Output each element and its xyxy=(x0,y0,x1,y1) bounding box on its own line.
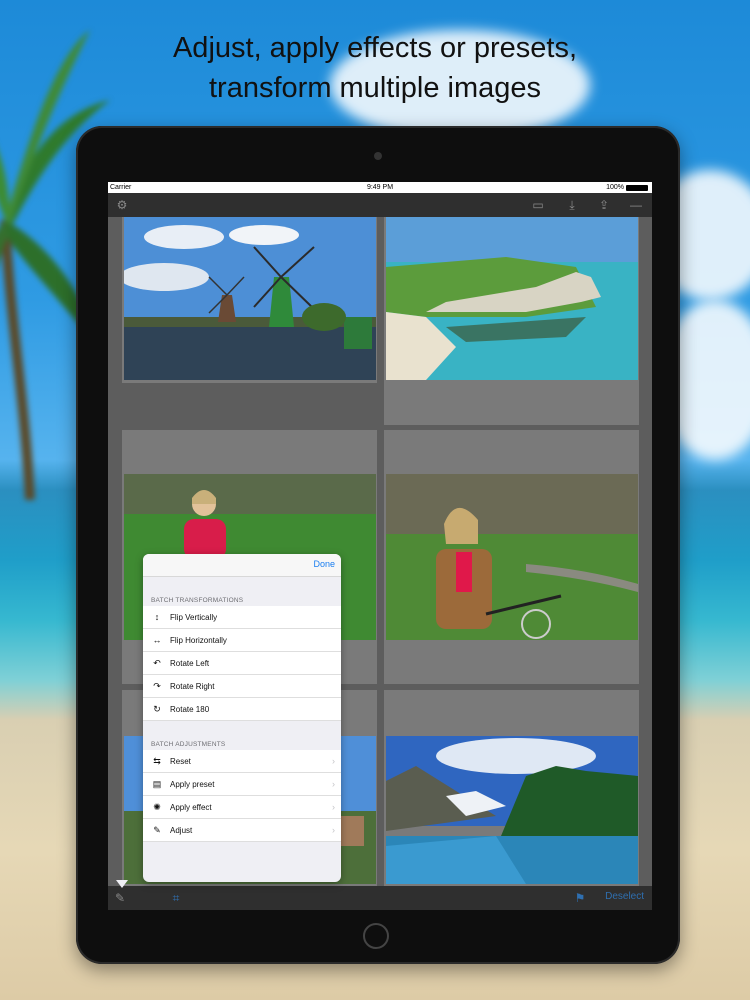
rotate-left-icon: ↶ xyxy=(153,657,161,668)
rotate-left-item[interactable]: ↶ Rotate Left xyxy=(143,652,341,675)
chevron-right-icon: › xyxy=(332,825,335,835)
headline: Adjust, apply effects or presets, transf… xyxy=(0,28,750,108)
menu-label: Rotate Left xyxy=(170,658,210,668)
bottom-toolbar: ✎ ⌗ ⚑ Deselect xyxy=(108,886,652,910)
photo-windmills[interactable] xyxy=(124,217,376,380)
ipad-device: Carrier 9:49 PM 100% ⚙ ▭ ⤓ ⇪ — ✎ ⌗ ⚑ Des… xyxy=(76,126,680,964)
flip-horizontal-icon: ↔ xyxy=(152,635,162,645)
battery-icon xyxy=(626,184,648,191)
bottom-wrench-icon[interactable]: ✎ xyxy=(112,890,128,906)
flip-vertically-item[interactable]: ↕ Flip Vertically xyxy=(143,606,341,629)
popover-header: Done xyxy=(143,554,341,577)
menu-label: Apply preset xyxy=(170,779,215,789)
crop-icon[interactable]: ⌗ xyxy=(168,890,184,906)
rotate-180-item[interactable]: ↻ Rotate 180 xyxy=(143,698,341,721)
headline-line-2: transform multiple images xyxy=(209,72,541,104)
apply-preset-item[interactable]: ▤ Apply preset › xyxy=(143,773,341,796)
menu-label: Apply effect xyxy=(170,802,212,812)
top-toolbar: ⚙ ▭ ⤓ ⇪ — xyxy=(108,193,652,217)
share-icon[interactable]: ⇪ xyxy=(596,197,612,213)
battery-label: 100% xyxy=(606,184,624,191)
status-bar: Carrier 9:49 PM 100% xyxy=(108,182,652,193)
flip-horizontally-item[interactable]: ↔ Flip Horizontally xyxy=(143,629,341,652)
screen-icon[interactable]: ▭ xyxy=(530,197,546,213)
rotate-180-icon: ↻ xyxy=(153,703,161,714)
section-header-transformations: BATCH TRANSFORMATIONS xyxy=(151,597,244,604)
camera-dot xyxy=(374,152,382,160)
popover-pointer xyxy=(116,880,128,888)
batch-popover: Done BATCH TRANSFORMATIONS ↕ Flip Vertic… xyxy=(143,554,341,882)
photo-woman-bike[interactable] xyxy=(386,474,638,640)
gear-icon[interactable]: ⚙ xyxy=(114,197,130,213)
rotate-right-icon: ↷ xyxy=(153,680,161,691)
status-time: 9:49 PM xyxy=(366,184,394,191)
reset-item[interactable]: ⇆ Reset › xyxy=(143,750,341,773)
reset-icon: ⇆ xyxy=(153,755,161,766)
effect-icon: ✺ xyxy=(153,801,161,812)
flip-vertical-icon: ↕ xyxy=(154,612,160,622)
chevron-right-icon: › xyxy=(332,779,335,789)
headline-line-1: Adjust, apply effects or presets, xyxy=(172,32,578,64)
photo-lake[interactable] xyxy=(386,736,638,884)
menu-label: Rotate Right xyxy=(170,681,215,691)
chevron-right-icon: › xyxy=(332,756,335,766)
adjust-item[interactable]: ✎ Adjust › xyxy=(143,819,341,842)
section-header-adjustments: BATCH ADJUSTMENTS xyxy=(151,741,226,748)
app-screen: Carrier 9:49 PM 100% ⚙ ▭ ⤓ ⇪ — ✎ ⌗ ⚑ Des… xyxy=(108,182,652,910)
minus-icon[interactable]: — xyxy=(628,197,644,213)
rotate-right-item[interactable]: ↷ Rotate Right xyxy=(143,675,341,698)
menu-label: Rotate 180 xyxy=(170,704,210,714)
preset-icon: ▤ xyxy=(152,778,162,789)
download-icon[interactable]: ⤓ xyxy=(564,197,580,213)
menu-label: Flip Horizontally xyxy=(170,635,227,645)
deselect-button[interactable]: Deselect xyxy=(605,891,644,902)
menu-label: Adjust xyxy=(170,825,193,835)
battery-status: 100% xyxy=(606,182,648,193)
flag-icon[interactable]: ⚑ xyxy=(572,890,588,906)
menu-label: Reset xyxy=(170,756,191,766)
done-button[interactable]: Done xyxy=(313,559,335,569)
wrench-icon: ✎ xyxy=(153,824,161,835)
apply-effect-item[interactable]: ✺ Apply effect › xyxy=(143,796,341,819)
chevron-right-icon: › xyxy=(332,802,335,812)
menu-label: Flip Vertically xyxy=(170,612,218,622)
home-button[interactable] xyxy=(363,923,389,949)
photo-cliffs[interactable] xyxy=(386,217,638,380)
